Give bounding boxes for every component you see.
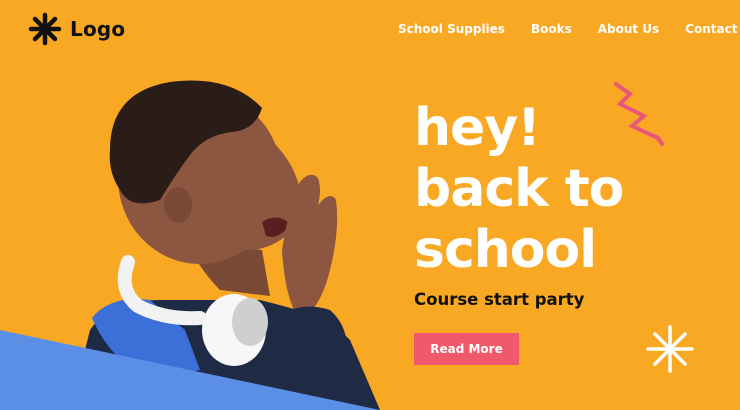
nav-link-school-supplies[interactable]: School Supplies bbox=[398, 22, 505, 36]
logo-text: Logo bbox=[70, 17, 126, 41]
hero-title: hey! back to school bbox=[414, 98, 624, 281]
logo[interactable]: Logo bbox=[28, 12, 125, 46]
hero-title-line-3: school bbox=[414, 220, 597, 280]
blue-wedge-shape bbox=[0, 330, 380, 410]
sparkle-icon bbox=[646, 325, 694, 373]
asterisk-icon bbox=[28, 12, 62, 46]
hero-subtitle: Course start party bbox=[414, 290, 585, 309]
nav-link-books[interactable]: Books bbox=[531, 22, 572, 36]
hero-kid-image bbox=[70, 80, 380, 410]
hero-title-line-1: hey! bbox=[414, 98, 541, 158]
nav-link-about-us[interactable]: About Us bbox=[598, 22, 659, 36]
nav-link-contact[interactable]: Contact bbox=[685, 22, 737, 36]
hero-title-line-2: back to bbox=[414, 159, 624, 219]
main-nav: School Supplies Books About Us Contact bbox=[398, 22, 737, 36]
read-more-button[interactable]: Read More bbox=[414, 333, 519, 365]
